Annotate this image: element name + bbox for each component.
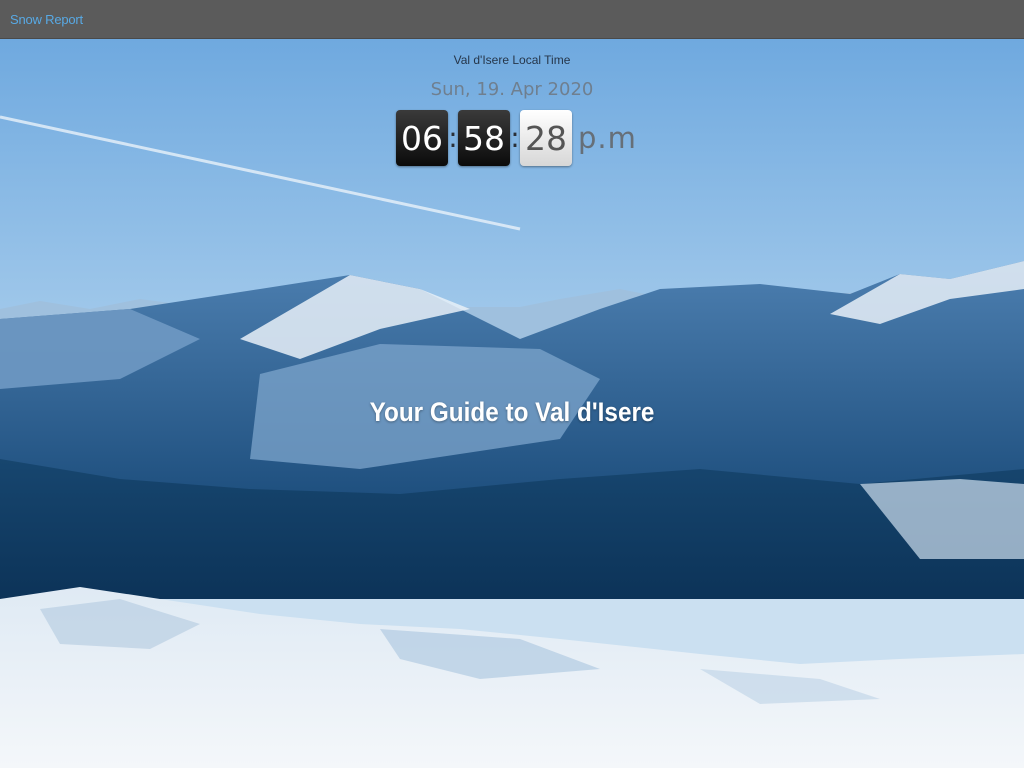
clock-minutes: 58: [458, 110, 510, 166]
top-navbar: Snow Report: [0, 0, 1024, 39]
current-date: Sun, 19. Apr 2020: [430, 79, 594, 100]
clock-ampm: p.m: [578, 121, 637, 155]
brand-link[interactable]: Snow Report: [10, 12, 83, 27]
clock-separator: :: [510, 121, 520, 154]
flip-clock: 06 : 58 : 28 p.m: [396, 110, 637, 166]
clock-separator: :: [448, 121, 458, 154]
clock-hours: 06: [396, 110, 448, 166]
hero-section: Val d'Isere Local Time Sun, 19. Apr 2020…: [0, 39, 1024, 768]
local-time-label: Val d'Isere Local Time: [453, 53, 571, 67]
hero-headline: Your Guide to Val d'Isere: [369, 397, 655, 427]
clock-seconds: 28: [520, 110, 572, 166]
